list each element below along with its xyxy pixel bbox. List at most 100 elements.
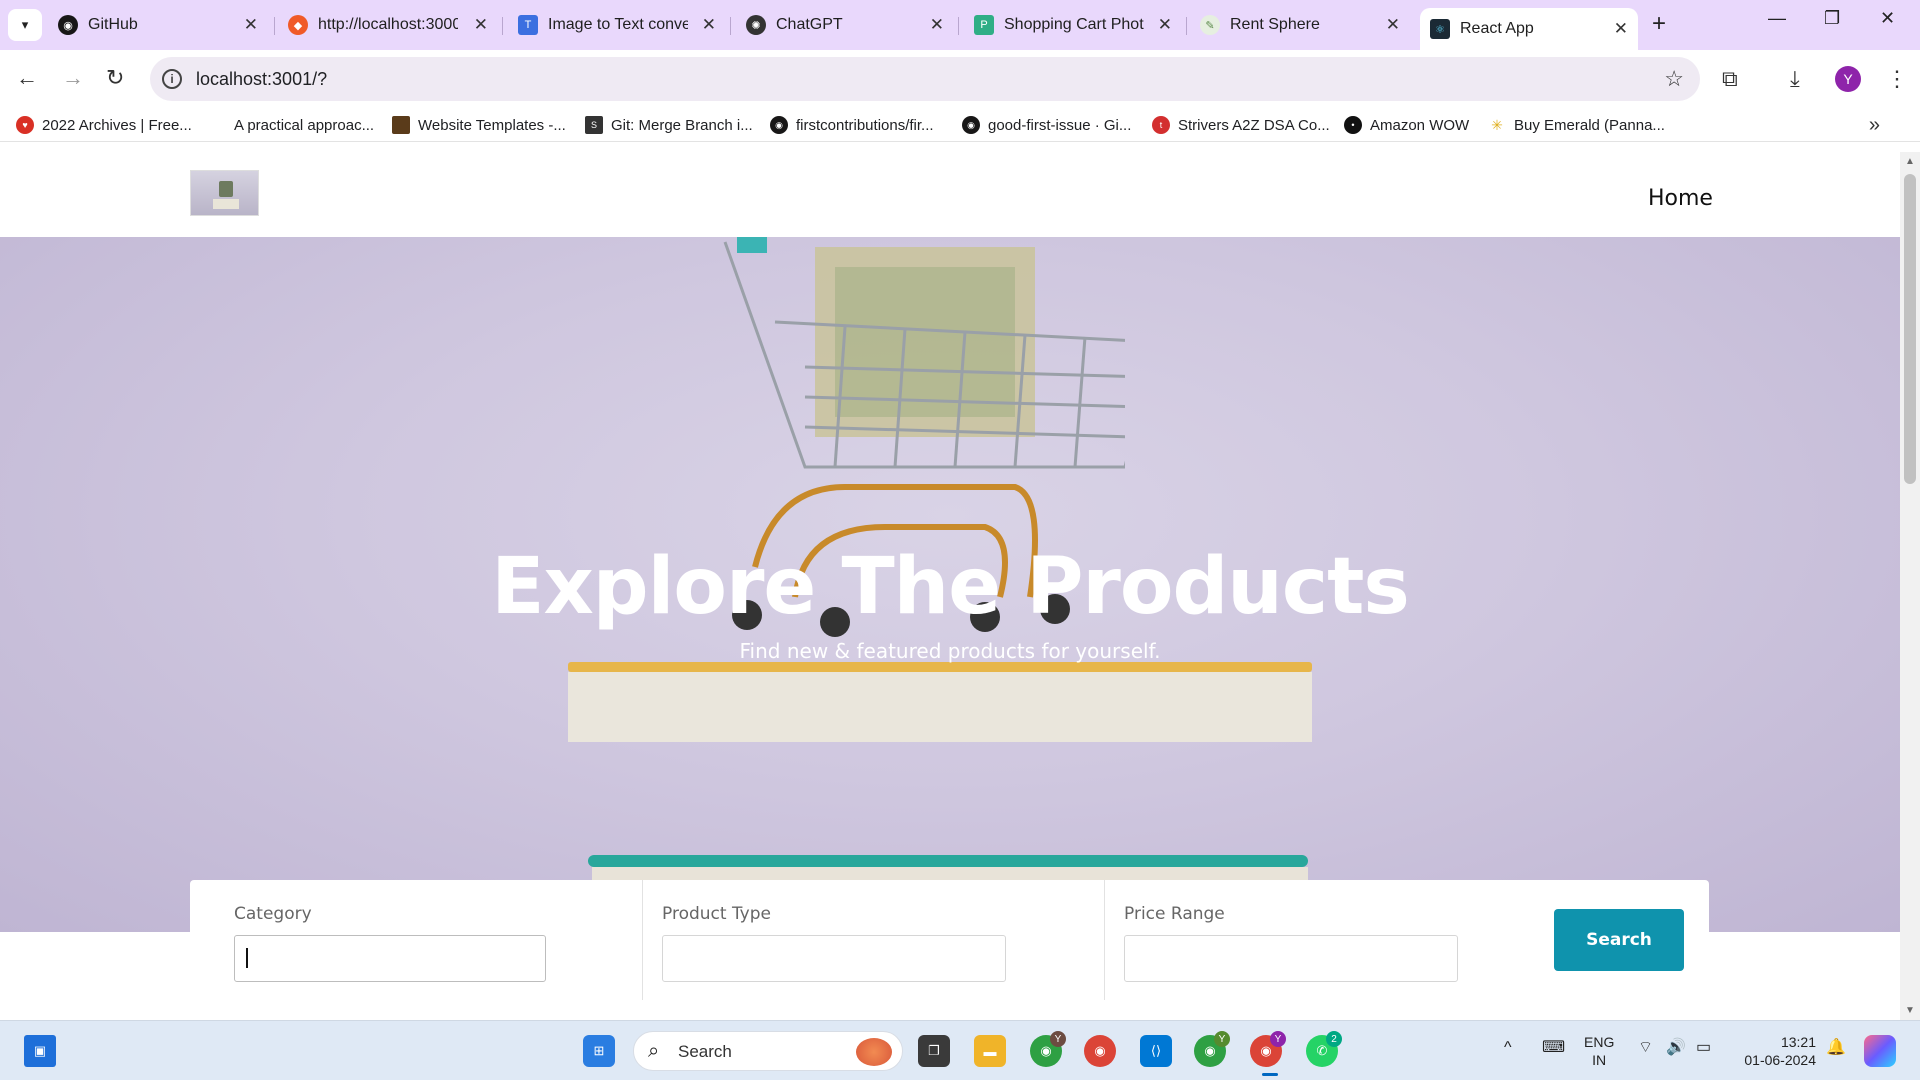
close-icon[interactable]: ✕ (244, 15, 258, 35)
tab-search-menu-button[interactable]: ▾ (8, 9, 42, 41)
bookmark-item[interactable]: ✳ Buy Emerald (Panna... (1488, 116, 1665, 134)
reload-icon[interactable]: ↻ (106, 65, 124, 91)
close-icon[interactable]: ✕ (930, 15, 944, 35)
tab-shopping-cart-photo[interactable]: P Shopping Cart Photo ✕ (974, 8, 1172, 42)
close-icon[interactable]: ✕ (702, 15, 716, 35)
bookmark-star-icon[interactable]: ☆ (1664, 66, 1684, 92)
bookmark-label: Buy Emerald (Panna... (1514, 116, 1665, 134)
chrome-icon[interactable]: ◉ (1084, 1035, 1116, 1067)
more-bookmarks-icon[interactable]: » (1869, 114, 1880, 137)
new-tab-button[interactable]: + (1652, 10, 1666, 38)
bookmark-favicon-icon: t (1152, 116, 1170, 134)
minimize-icon[interactable]: — (1768, 8, 1786, 29)
bookmark-label: good-first-issue · Gi... (988, 116, 1132, 134)
bookmark-item[interactable]: t Strivers A2Z DSA Co... (1152, 116, 1330, 134)
category-filter: Category (190, 880, 642, 1000)
bookmark-favicon-icon: ♥ (16, 116, 34, 134)
bookmark-item[interactable]: ◉ firstcontributions/fir... (770, 116, 934, 134)
volume-icon[interactable]: 🔊 (1666, 1039, 1686, 1057)
tray-chevron-icon[interactable]: ^ (1504, 1039, 1512, 1057)
localhost-icon: ◆ (288, 15, 308, 35)
profile-badge: Y (1050, 1031, 1066, 1047)
language-indicator[interactable]: ENG IN (1584, 1033, 1614, 1069)
notification-bell-icon[interactable]: 🔔 (1826, 1039, 1846, 1057)
tab-rent-sphere[interactable]: ✎ Rent Sphere ✕ (1200, 8, 1400, 42)
browser-tab-strip: ▾ ◉ GitHub ✕ ◆ http://localhost:3000 ✕ T… (0, 0, 1920, 50)
forward-arrow-icon[interactable]: → (62, 65, 84, 91)
bookmarks-bar: ♥ 2022 Archives | Free... A practical ap… (0, 108, 1920, 142)
address-url[interactable]: localhost:3001/? (196, 69, 327, 90)
site-logo[interactable] (190, 170, 259, 216)
close-icon[interactable]: ✕ (1386, 15, 1400, 35)
profile-avatar[interactable]: Y (1835, 66, 1861, 92)
price-range-input[interactable] (1124, 935, 1458, 982)
bookmark-item[interactable]: ♥ 2022 Archives | Free... (16, 116, 192, 134)
taskbar-search[interactable]: ⌕ Search (633, 1031, 903, 1071)
bookmark-favicon-icon (208, 116, 226, 134)
battery-icon[interactable]: ▭ (1696, 1039, 1711, 1057)
github-icon: ◉ (962, 116, 980, 134)
tab-title: Rent Sphere (1230, 16, 1320, 33)
bookmark-favicon-icon: ✳ (1488, 116, 1506, 134)
close-icon[interactable]: ✕ (1614, 19, 1628, 39)
hero-subtitle: Find new & featured products for yoursel… (739, 639, 1161, 663)
search-highlight-icon (856, 1038, 892, 1066)
photo-icon: P (974, 15, 994, 35)
product-type-label: Product Type (662, 904, 771, 924)
page-scrollbar[interactable]: ▲ ▼ (1900, 152, 1920, 1020)
product-search-panel: Category Product Type Price Range Search (190, 880, 1709, 1000)
hero-title: Explore The Products (491, 542, 1410, 632)
tab-chatgpt[interactable]: ✺ ChatGPT ✕ (746, 8, 944, 42)
tab-title: GitHub (88, 16, 138, 33)
tab-react-app[interactable]: ⚛ React App ✕ (1420, 8, 1638, 50)
category-label: Category (234, 904, 312, 924)
notification-badge: 2 (1326, 1031, 1342, 1047)
bookmark-item[interactable]: • Amazon WOW (1344, 116, 1469, 134)
task-view-icon[interactable]: ❐ (918, 1035, 950, 1067)
bookmark-label: A practical approac... (234, 116, 375, 134)
chatgpt-icon: ✺ (746, 15, 766, 35)
bookmark-item[interactable]: Website Templates -... (392, 116, 566, 134)
bookmark-item[interactable]: S Git: Merge Branch i... (585, 116, 753, 134)
page-viewport: Home Explore The Products Find new & fea… (0, 152, 1900, 1020)
search-button[interactable]: Search (1554, 909, 1684, 971)
category-input[interactable] (234, 935, 546, 982)
bookmark-favicon-icon (392, 116, 410, 134)
close-icon[interactable]: ✕ (474, 15, 488, 35)
copilot-icon[interactable] (1864, 1035, 1896, 1067)
text-cursor (246, 948, 248, 968)
widgets-icon[interactable]: ▣ (24, 1035, 56, 1067)
address-bar[interactable]: i localhost:3001/? ☆ (150, 57, 1700, 101)
back-arrow-icon[interactable]: ← (16, 65, 38, 91)
tab-title: ChatGPT (776, 16, 843, 33)
scrollbar-thumb[interactable] (1904, 174, 1916, 484)
bookmark-item[interactable]: A practical approac... (208, 116, 374, 134)
bookmark-favicon-icon: S (585, 116, 603, 134)
github-icon: ◉ (770, 116, 788, 134)
bookmark-label: firstcontributions/fir... (796, 116, 934, 134)
browser-toolbar: ← → ↻ i localhost:3001/? ☆ ⧉ ⤓ ⋮ (0, 50, 1920, 108)
clock[interactable]: 13:21 01-06-2024 (1736, 1033, 1816, 1069)
tab-image-to-text[interactable]: T Image to Text conver ✕ (518, 8, 716, 42)
product-type-input[interactable] (662, 935, 1006, 982)
restore-icon[interactable]: ❐ (1824, 8, 1840, 29)
extensions-icon[interactable]: ⧉ (1722, 66, 1738, 92)
close-icon[interactable]: ✕ (1158, 15, 1172, 35)
download-icon[interactable]: ⤓ (1790, 66, 1800, 92)
wifi-icon[interactable]: ⌔ (1638, 1039, 1653, 1057)
site-info-icon[interactable]: i (162, 69, 182, 89)
keyboard-icon[interactable]: ⌨ (1542, 1039, 1565, 1057)
file-explorer-icon[interactable]: ▬ (974, 1035, 1006, 1067)
browser-menu-icon[interactable]: ⋮ (1886, 66, 1908, 92)
vscode-icon[interactable]: ⟨⟩ (1140, 1035, 1172, 1067)
tab-github[interactable]: ◉ GitHub ✕ (58, 8, 258, 42)
window-close-icon[interactable]: ✕ (1880, 8, 1895, 29)
hero-banner: Explore The Products Find new & featured… (0, 237, 1900, 932)
price-range-label: Price Range (1124, 904, 1225, 924)
tab-localhost-3000[interactable]: ◆ http://localhost:3000 ✕ (288, 8, 488, 42)
bookmark-item[interactable]: ◉ good-first-issue · Gi... (962, 116, 1131, 134)
tab-title: Shopping Cart Photo (1004, 16, 1144, 33)
nav-home-link[interactable]: Home (1648, 186, 1713, 211)
windows-start-icon[interactable]: ⊞ (583, 1035, 615, 1067)
bookmark-label: Website Templates -... (418, 116, 566, 134)
